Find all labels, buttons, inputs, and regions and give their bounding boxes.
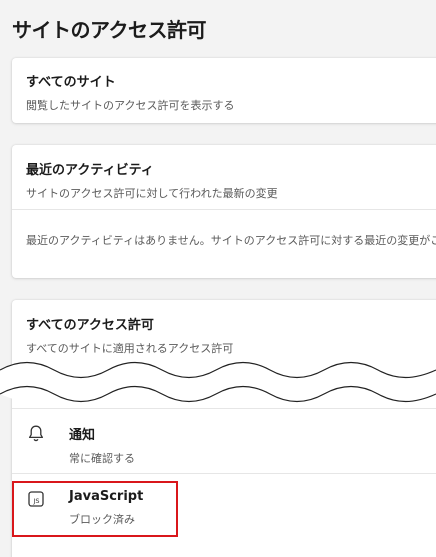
- all-permissions-title: すべてのアクセス許可: [26, 318, 154, 333]
- all-permissions-header: すべてのアクセス許可 すべてのサイトに適用されるアクセス許可: [12, 300, 436, 356]
- javascript-icon: JS: [26, 489, 46, 509]
- notifications-label: 通知: [69, 428, 96, 443]
- recent-activity-subtitle: サイトのアクセス許可に対して行われた最新の変更: [26, 187, 278, 200]
- all-sites-card[interactable]: すべてのサイト 閲覧したサイトのアクセス許可を表示する: [12, 58, 436, 123]
- bell-icon: [26, 423, 46, 443]
- permission-row-javascript[interactable]: JS JavaScript ブロック済み: [12, 475, 436, 541]
- content-break-wave: [0, 361, 436, 403]
- recent-activity-card: 最近のアクティビティ サイトのアクセス許可に対して行われた最新の変更 最近のアク…: [12, 145, 436, 278]
- javascript-status: ブロック済み: [69, 513, 135, 526]
- all-permissions-subtitle: すべてのサイトに適用されるアクセス許可: [26, 342, 234, 355]
- svg-text:JS: JS: [32, 497, 39, 505]
- javascript-text: JavaScript ブロック済み: [69, 489, 143, 527]
- javascript-label: JavaScript: [69, 489, 144, 504]
- all-sites-title: すべてのサイト: [26, 75, 116, 90]
- permission-row-notifications[interactable]: 通知 常に確認する: [12, 408, 436, 474]
- recent-activity-title: 最近のアクティビティ: [26, 163, 154, 178]
- all-permissions-card: すべてのアクセス許可 すべてのサイトに適用されるアクセス許可 通知 常に確認する…: [12, 300, 436, 557]
- notifications-text: 通知 常に確認する: [69, 424, 135, 466]
- notifications-status: 常に確認する: [69, 452, 135, 465]
- page-title: サイトのアクセス許可: [12, 18, 207, 42]
- all-sites-subtitle: 閲覧したサイトのアクセス許可を表示する: [26, 99, 235, 112]
- recent-activity-header: 最近のアクティビティ サイトのアクセス許可に対して行われた最新の変更: [12, 145, 436, 210]
- recent-activity-empty-message: 最近のアクティビティはありません。サイトのアクセス許可に対する最近の変更がここに…: [26, 234, 436, 247]
